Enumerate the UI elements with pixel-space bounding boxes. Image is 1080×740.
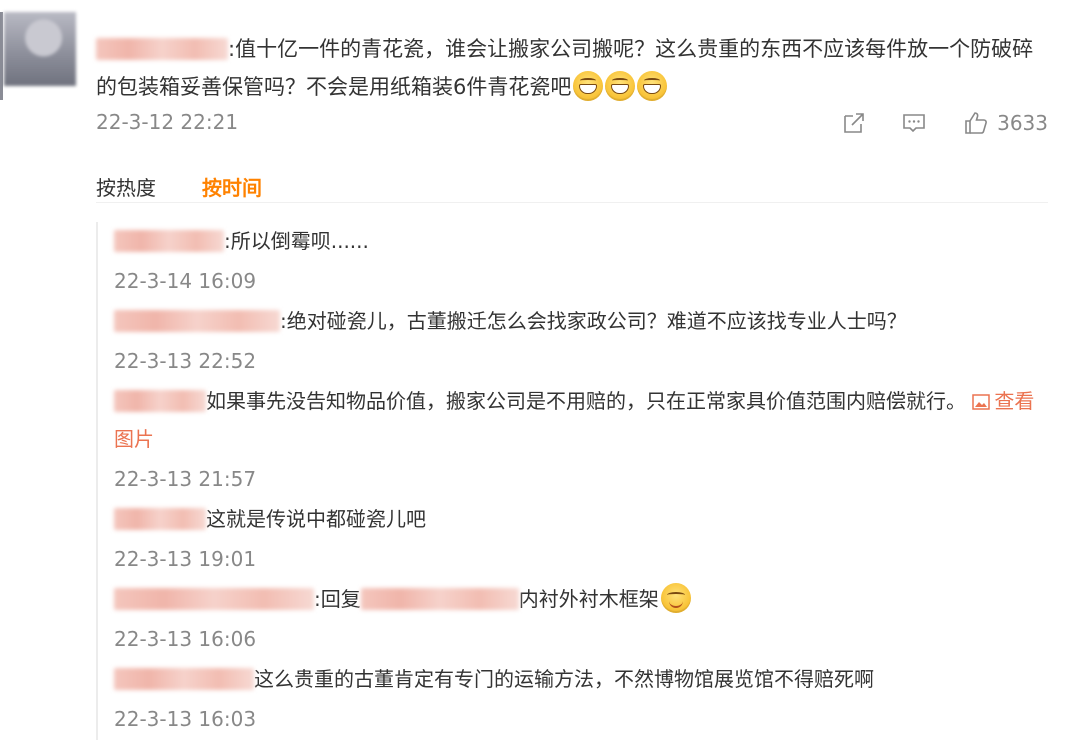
sort-by-hot-tab[interactable]: 按热度 <box>96 172 156 201</box>
reply-body: 内衬外衬木框架 <box>518 587 659 611</box>
image-icon <box>972 384 991 410</box>
reply-item: 这就是传说中都碰瓷儿吧 22-3-13 19:01 <box>98 500 1050 580</box>
reply-text: :回复 内衬外衬木框架 <box>114 580 1050 618</box>
sort-by-time-tab[interactable]: 按时间 <box>202 172 262 201</box>
reply-time: 22-3-14 16:09 <box>114 269 257 293</box>
reply-body: :绝对碰瓷儿，古董搬迁怎么会找家政公司？难道不应该找专业人士吗？ <box>280 309 907 333</box>
grin-emoji-icon <box>605 71 636 101</box>
comment-icon[interactable] <box>901 110 927 136</box>
reply-time: 22-3-13 16:03 <box>114 707 257 731</box>
share-icon[interactable] <box>841 110 867 136</box>
reply-text: 这么贵重的古董肯定有专门的运输方法，不然博物馆展览馆不得赔死啊 <box>114 660 1050 698</box>
reply-item: 这么贵重的古董肯定有专门的运输方法，不然博物馆展览馆不得赔死啊 22-3-13 … <box>98 660 1050 740</box>
smug-emoji-icon <box>660 583 691 613</box>
username-blurred[interactable] <box>114 588 314 610</box>
thumbs-up-icon[interactable] <box>963 110 989 136</box>
main-comment-body: :值十亿一件的青花瓷，谁会让搬家公司搬呢？这么贵重的东西不应该每件放一个防破碎的… <box>96 37 1034 99</box>
mention-blurred[interactable] <box>360 588 519 610</box>
username-blurred[interactable] <box>114 310 280 332</box>
reply-text: :所以倒霉呗...... <box>114 222 1050 260</box>
reply-item: :所以倒霉呗...... 22-3-14 16:09 <box>98 222 1050 302</box>
reply-item: :回复 内衬外衬木框架 22-3-13 16:06 <box>98 580 1050 660</box>
main-comment-time: 22-3-12 22:21 <box>96 110 239 134</box>
reply-text: 这就是传说中都碰瓷儿吧 <box>114 500 1050 538</box>
avatar-edge <box>0 12 3 100</box>
reply-time: 22-3-13 19:01 <box>114 547 257 571</box>
reply-list: :所以倒霉呗...... 22-3-14 16:09 :绝对碰瓷儿，古董搬迁怎么… <box>96 222 1050 740</box>
reply-time: 22-3-13 22:52 <box>114 349 257 373</box>
reply-item: 如果事先没告知物品价值，搬家公司是不用赔的，只在正常家具价值范围内赔偿就行。 查… <box>98 382 1050 500</box>
like-count: 3633 <box>997 111 1048 135</box>
sort-bar: 按热度 按时间 <box>96 170 1048 203</box>
username-blurred[interactable] <box>96 38 228 60</box>
reply-body: 这就是传说中都碰瓷儿吧 <box>206 507 426 531</box>
reply-body: 如果事先没告知物品价值，搬家公司是不用赔的，只在正常家具价值范围内赔偿就行。 <box>206 389 966 413</box>
reply-text: 如果事先没告知物品价值，搬家公司是不用赔的，只在正常家具价值范围内赔偿就行。 查… <box>114 382 1050 458</box>
main-comment-text: :值十亿一件的青花瓷，谁会让搬家公司搬呢？这么贵重的东西不应该每件放一个防破碎的… <box>96 30 1046 106</box>
reply-time: 22-3-13 16:06 <box>114 627 257 651</box>
reply-body: 这么贵重的古董肯定有专门的运输方法，不然博物馆展览馆不得赔死啊 <box>254 667 874 691</box>
username-blurred[interactable] <box>114 230 224 252</box>
grin-emoji-icon <box>573 71 604 101</box>
comment-actions: 3633 <box>841 108 1048 138</box>
reply-item: :绝对碰瓷儿，古董搬迁怎么会找家政公司？难道不应该找专业人士吗？ 22-3-13… <box>98 302 1050 382</box>
reply-body: :所以倒霉呗...... <box>224 229 369 253</box>
reply-time: 22-3-13 21:57 <box>114 467 257 491</box>
username-blurred[interactable] <box>114 390 206 412</box>
reply-prefix: :回复 <box>314 587 361 611</box>
reply-text: :绝对碰瓷儿，古董搬迁怎么会找家政公司？难道不应该找专业人士吗？ <box>114 302 1050 340</box>
username-blurred[interactable] <box>114 668 254 690</box>
main-comment-meta: 22-3-12 22:21 3633 <box>96 108 1048 138</box>
avatar[interactable] <box>4 12 76 86</box>
username-blurred[interactable] <box>114 508 206 530</box>
grin-emoji-icon <box>637 71 668 101</box>
